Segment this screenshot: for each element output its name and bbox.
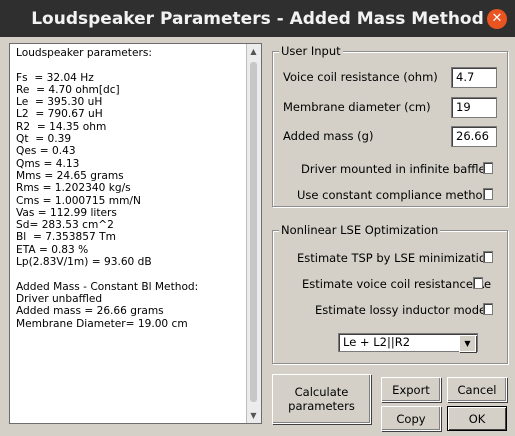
scroll-up-icon[interactable]: ▲ bbox=[249, 47, 258, 56]
scroll-thumb[interactable] bbox=[250, 62, 257, 402]
infinite-baffle-checkbox[interactable] bbox=[483, 162, 493, 174]
results-line: Qes = 0.43 bbox=[16, 145, 76, 158]
results-line: Sd= 283.53 cm^2 bbox=[16, 219, 114, 232]
estimate-tsp-checkbox[interactable] bbox=[483, 251, 493, 263]
calculate-button[interactable]: Calculate parameters bbox=[272, 374, 371, 424]
results-line bbox=[16, 268, 242, 280]
results-line: ETA = 0.83 % bbox=[16, 243, 89, 256]
window-title: Loudspeaker Parameters - Added Mass Meth… bbox=[31, 9, 484, 29]
constant-compliance-checkbox[interactable] bbox=[483, 188, 493, 200]
copy-button[interactable]: Copy bbox=[381, 406, 441, 431]
diameter-label: Membrane diameter (cm) bbox=[283, 100, 431, 114]
results-line: Cms = 1.000715 mm/N bbox=[16, 194, 141, 207]
lse-optimization-group: Nonlinear LSE Optimization Estimate TSP … bbox=[272, 223, 508, 364]
constant-compliance-label: Use constant compliance method bbox=[297, 188, 490, 202]
results-line: Le = 395.30 uH bbox=[16, 96, 103, 109]
infinite-baffle-label: Driver mounted in infinite baffle bbox=[301, 162, 486, 176]
chevron-down-icon[interactable]: ▼ bbox=[459, 335, 476, 352]
results-text: Loudspeaker parameters: Fs = 32.04 Hz Re … bbox=[16, 47, 242, 419]
results-line: Bl = 7.353857 Tm bbox=[16, 231, 116, 244]
results-line: R2 = 14.35 ohm bbox=[16, 120, 107, 133]
dialog-client: Loudspeaker parameters: Fs = 32.04 Hz Re … bbox=[0, 37, 515, 436]
results-line: L2 = 790.67 uH bbox=[16, 108, 103, 121]
results-line: Re = 4.70 ohm[dc] bbox=[16, 83, 120, 96]
export-button[interactable]: Export bbox=[381, 377, 441, 402]
user-input-group: User Input Voice coil resistance (ohm) 4… bbox=[272, 44, 508, 207]
results-line: Added mass = 26.66 grams bbox=[16, 305, 164, 318]
ok-button[interactable]: OK bbox=[447, 406, 507, 431]
added-mass-input[interactable]: 26.66 bbox=[451, 126, 497, 147]
results-line: Driver unbaffled bbox=[16, 292, 103, 305]
results-line: Loudspeaker parameters: bbox=[16, 47, 152, 59]
results-line bbox=[16, 59, 242, 71]
scroll-down-icon[interactable]: ▼ bbox=[249, 411, 258, 420]
results-line: Vas = 112.99 liters bbox=[16, 206, 117, 219]
title-bar: Loudspeaker Parameters - Added Mass Meth… bbox=[0, 0, 515, 37]
inductor-model-value: Le + L2||R2 bbox=[343, 335, 411, 349]
added-mass-label: Added mass (g) bbox=[283, 129, 374, 143]
results-line: Qt = 0.39 bbox=[16, 133, 72, 146]
estimate-inductor-checkbox[interactable] bbox=[483, 303, 493, 315]
estimate-re-label: Estimate voice coil resistance Re bbox=[302, 277, 492, 291]
voice-coil-input[interactable]: 4.7 bbox=[451, 67, 497, 88]
results-line: Rms = 1.202340 kg/s bbox=[16, 182, 131, 195]
results-line: Fs = 32.04 Hz bbox=[16, 71, 94, 84]
results-line: Qms = 4.13 bbox=[16, 157, 80, 170]
results-line: Membrane Diameter= 19.00 cm bbox=[16, 317, 188, 330]
results-line: Added Mass - Constant Bl Method: bbox=[16, 280, 199, 293]
estimate-inductor-label: Estimate lossy inductor model bbox=[315, 303, 490, 317]
results-scrollbar[interactable]: ▲ ▼ bbox=[246, 44, 261, 423]
cancel-button[interactable]: Cancel bbox=[447, 377, 507, 402]
results-line: Lp(2.83V/1m) = 93.60 dB bbox=[16, 256, 152, 269]
results-textarea[interactable]: Loudspeaker parameters: Fs = 32.04 Hz Re … bbox=[9, 43, 262, 424]
diameter-input[interactable]: 19 bbox=[451, 97, 497, 118]
estimate-tsp-label: Estimate TSP by LSE minimization bbox=[297, 251, 494, 265]
user-input-legend: User Input bbox=[279, 44, 343, 58]
lse-legend: Nonlinear LSE Optimization bbox=[279, 223, 441, 237]
inductor-model-select[interactable]: Le + L2||R2 ▼ bbox=[338, 333, 478, 352]
results-line: Mms = 24.65 grams bbox=[16, 169, 124, 182]
estimate-re-checkbox[interactable] bbox=[473, 277, 483, 289]
close-icon[interactable]: ✕ bbox=[487, 9, 507, 29]
voice-coil-label: Voice coil resistance (ohm) bbox=[283, 70, 438, 84]
